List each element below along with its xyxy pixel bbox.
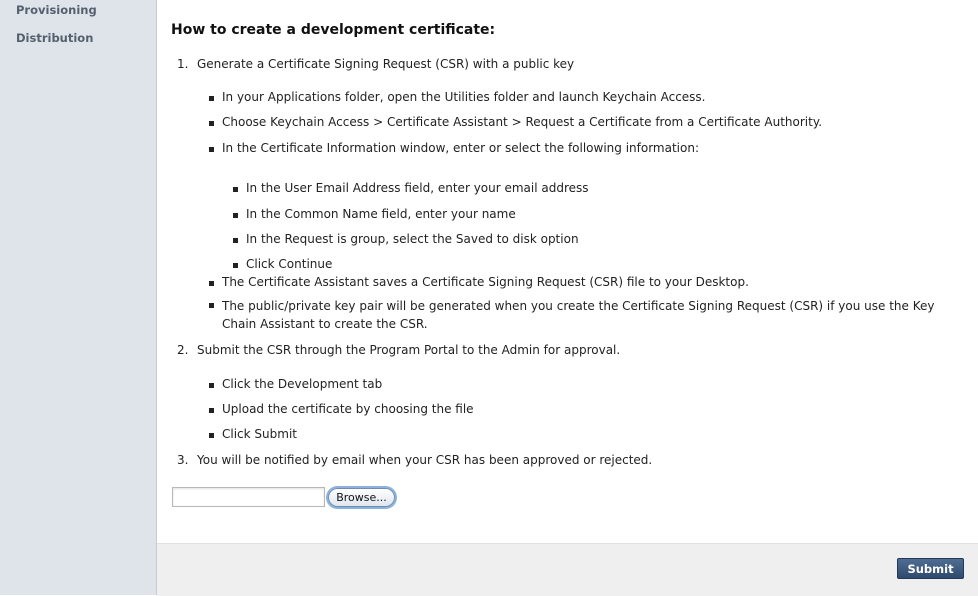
step-text: You will be notified by email when your … (197, 453, 653, 467)
form-footer: Submit (157, 543, 978, 596)
step-2: 2. Submit the CSR through the Program Por… (177, 343, 620, 357)
step-1: 1. Generate a Certificate Signing Request… (177, 57, 574, 71)
main-content: How to create a development certificate:… (157, 0, 978, 596)
list-item: Click Submit (209, 427, 297, 441)
list-item: The public/private key pair will be gene… (209, 297, 957, 333)
list-item: Click the Development tab (208, 377, 383, 391)
sidebar-item-provisioning[interactable]: Provisioning (16, 3, 97, 17)
step-number: 3. (177, 453, 189, 467)
step-number: 1. (177, 57, 189, 71)
list-item: In your Applications folder, open the Ut… (209, 90, 706, 104)
browse-button[interactable]: Browse... (328, 488, 395, 507)
submit-button[interactable]: Submit (897, 558, 964, 579)
list-item: Choose Keychain Access > Certificate Ass… (208, 115, 823, 129)
step-text: Generate a Certificate Signing Request (… (197, 57, 575, 71)
list-item: In the Common Name field, enter your nam… (233, 207, 516, 221)
step-text: Submit the CSR through the Program Porta… (197, 343, 621, 357)
list-item: In the User Email Address field, enter y… (233, 181, 589, 195)
step-number: 2. (177, 343, 189, 357)
list-item: Upload the certificate by choosing the f… (209, 402, 474, 416)
file-path-field[interactable] (172, 487, 325, 507)
list-item: In the Certificate Information window, e… (209, 141, 699, 155)
list-item: In the Request is group, select the Save… (233, 232, 579, 246)
sidebar: Provisioning Distribution (0, 0, 157, 595)
list-item: The Certificate Assistant saves a Certif… (209, 275, 749, 289)
step-3: 3. You will be notified by email when you… (177, 453, 652, 467)
page-title: How to create a development certificate: (171, 22, 496, 38)
list-item: Click Continue (232, 257, 333, 271)
sidebar-item-distribution[interactable]: Distribution (16, 31, 93, 45)
